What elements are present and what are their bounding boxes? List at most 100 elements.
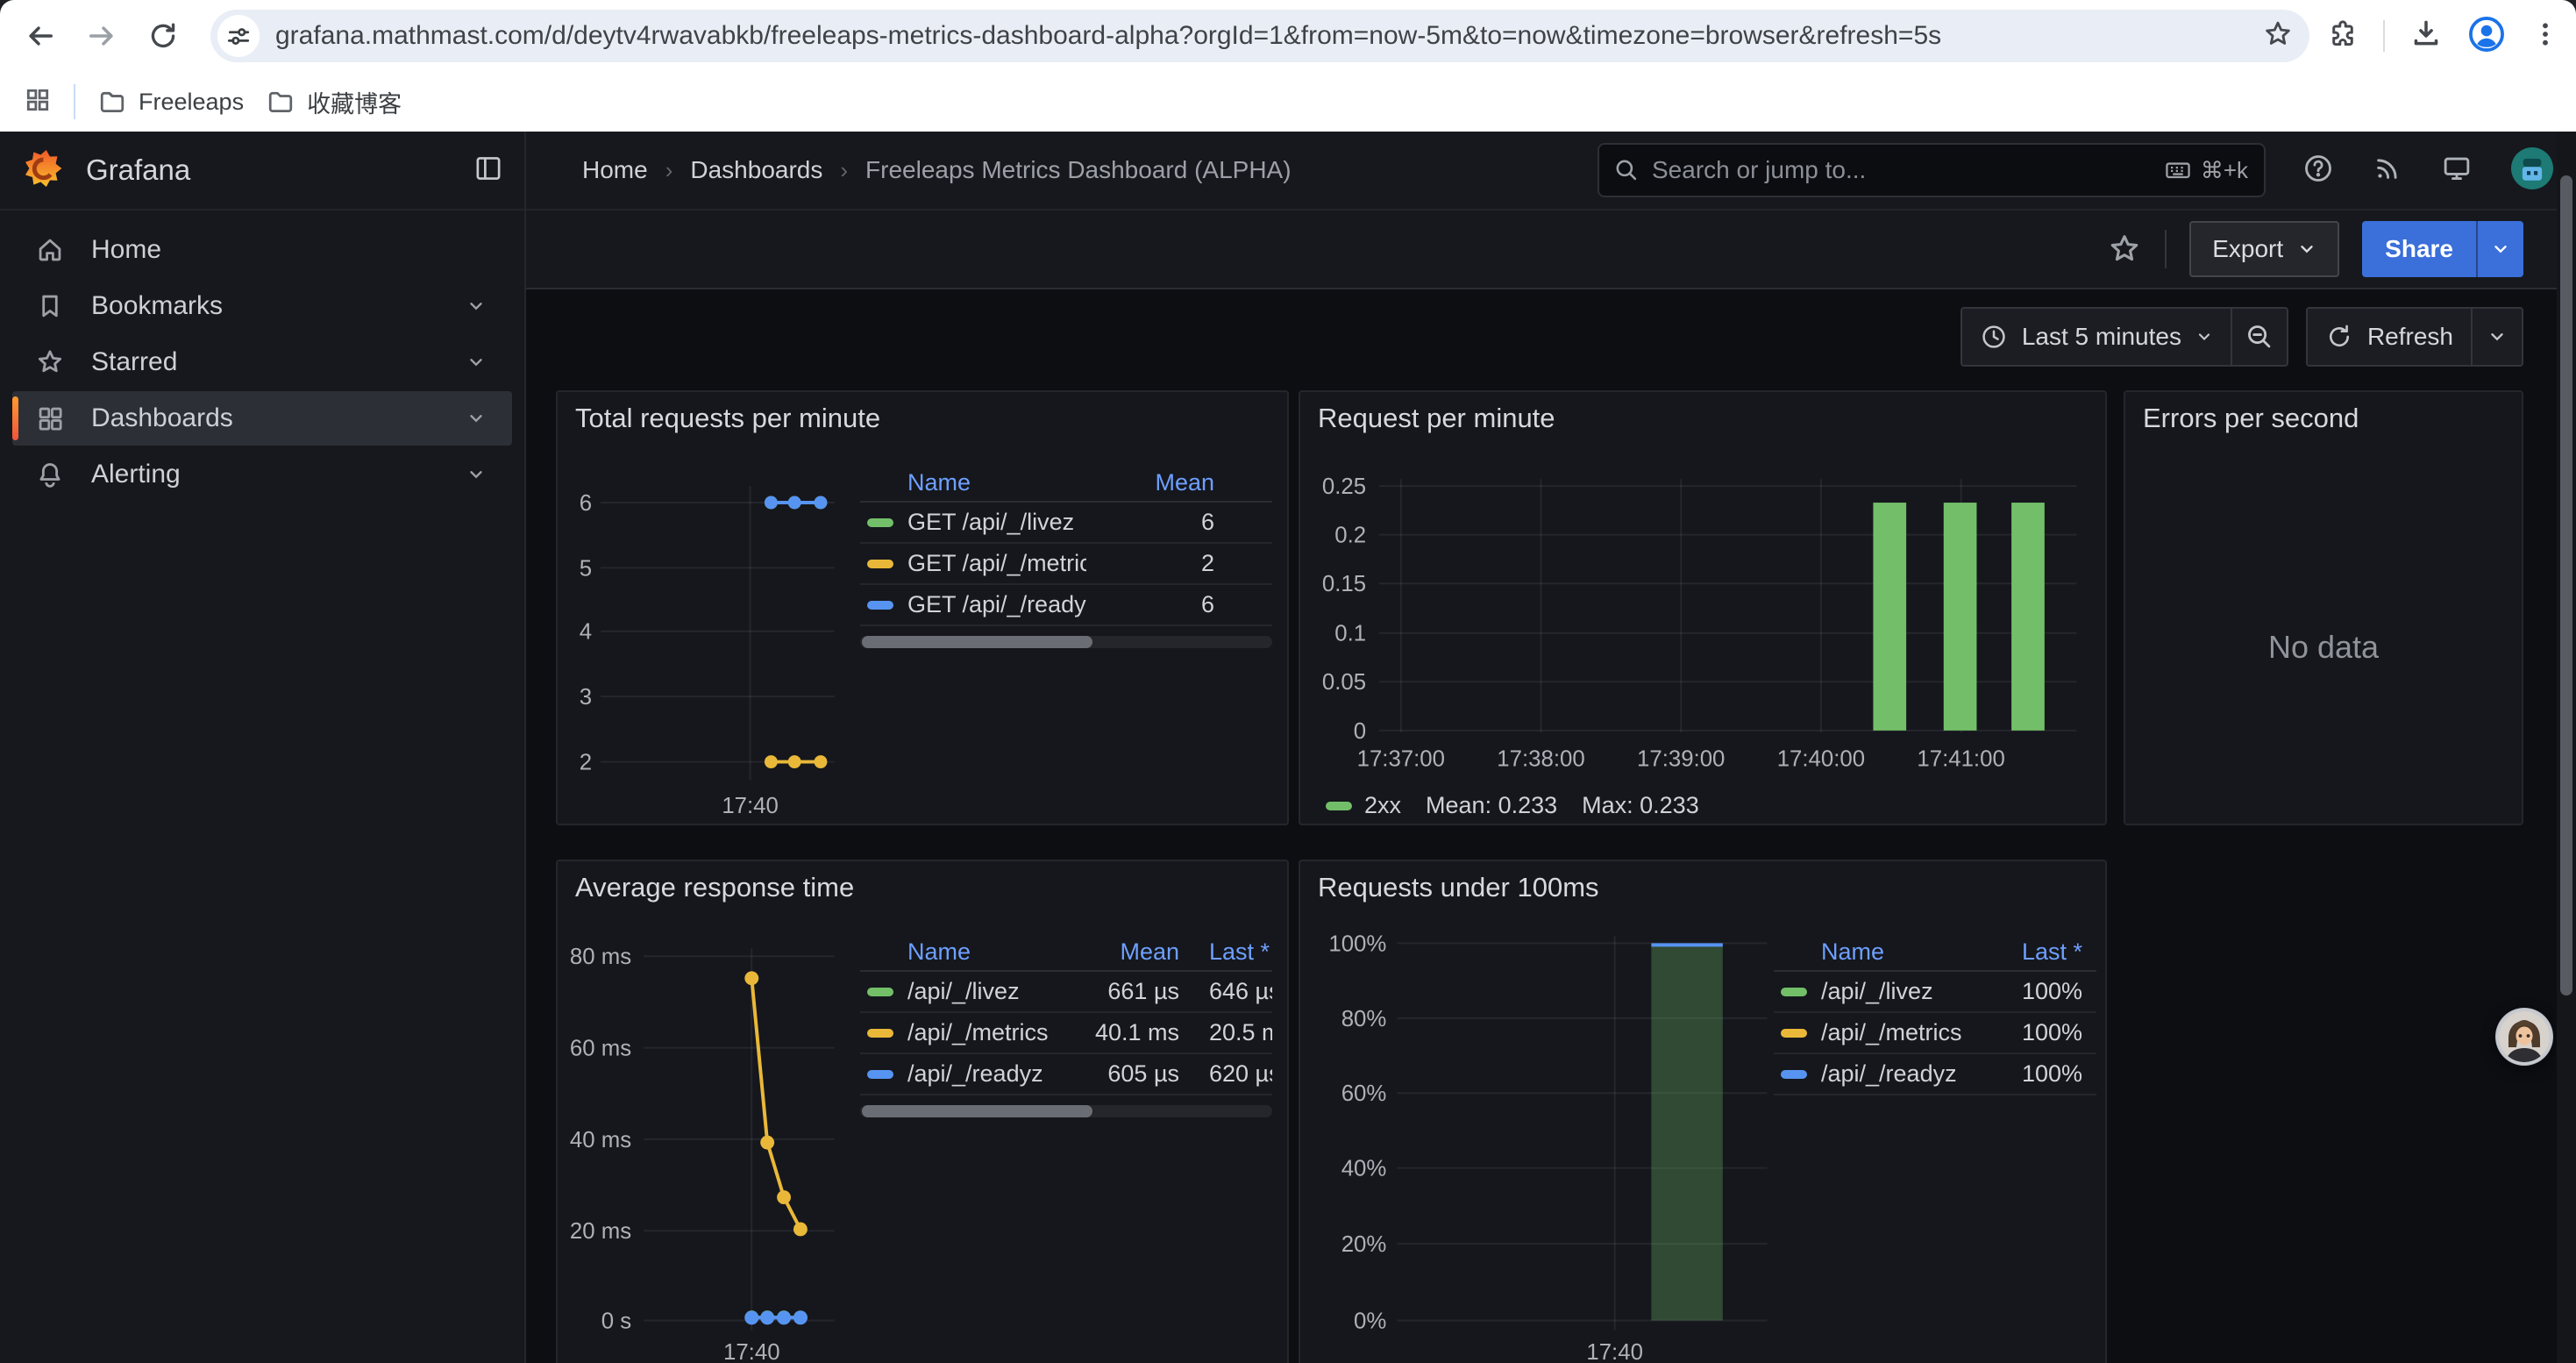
extensions-icon[interactable]	[2327, 18, 2359, 54]
refresh-interval-dropdown[interactable]	[2473, 309, 2522, 365]
browser-window: grafana.mathmast.com/d/deytv4rwavabkb/fr…	[0, 0, 2576, 1363]
svg-text:80 ms: 80 ms	[570, 945, 631, 969]
keyboard-icon	[2164, 156, 2192, 184]
refresh-button[interactable]: Refresh	[2308, 323, 2471, 351]
panel-title[interactable]: Total requests per minute	[575, 403, 880, 434]
search-shortcut: ⌘+k	[2164, 156, 2248, 184]
svg-text:0.05: 0.05	[1322, 670, 1366, 695]
panel-title[interactable]: Requests under 100ms	[1318, 872, 1599, 903]
page-scrollbar-thumb[interactable]	[2560, 175, 2572, 995]
time-controls: Last 5 minutes Refresh	[1960, 307, 2523, 367]
legend-row[interactable]: /api/_/metrics 40.1 ms 20.5 ms	[860, 1013, 1272, 1054]
legend-row[interactable]: GET /api/_/livez 6	[860, 503, 1272, 544]
toolbar-divider	[2383, 20, 2385, 52]
legend-col-name[interactable]: Name	[1821, 938, 1977, 966]
legend-scrollbar-thumb[interactable]	[862, 1105, 1092, 1117]
legend-row[interactable]: GET /api/_/readyz 6	[860, 585, 1272, 626]
breadcrumb-dashboards[interactable]: Dashboards	[690, 156, 822, 184]
panel-title[interactable]: Average response time	[575, 872, 854, 903]
apps-grid-icon[interactable]	[25, 87, 51, 118]
legend-max: Max: 0.233	[1582, 792, 1699, 819]
forward-icon[interactable]	[82, 17, 121, 55]
url-bar[interactable]: grafana.mathmast.com/d/deytv4rwavabkb/fr…	[210, 10, 2309, 62]
dashboard-canvas: Last 5 minutes Refresh	[526, 289, 2576, 1363]
download-icon[interactable]	[2409, 18, 2443, 55]
dashboards-grid-icon	[35, 403, 65, 433]
breadcrumb-home[interactable]: Home	[582, 156, 648, 184]
bookmark-label[interactable]: 收藏博客	[307, 85, 402, 119]
sidebar-item-dashboards[interactable]: Dashboards	[12, 391, 512, 446]
zoom-out-time-icon[interactable]	[2232, 309, 2287, 365]
legend-row[interactable]: /api/_/readyz 605 µs 620 µs	[860, 1054, 1272, 1095]
legend-row[interactable]: /api/_/readyz 100%	[1774, 1054, 2096, 1095]
time-range-picker[interactable]: Last 5 minutes	[1962, 323, 2231, 351]
time-picker-group: Last 5 minutes	[1960, 307, 2288, 367]
export-button[interactable]: Export	[2189, 221, 2339, 277]
browser-toolbar: grafana.mathmast.com/d/deytv4rwavabkb/fr…	[0, 0, 2576, 72]
sidebar-item-home[interactable]: Home	[12, 223, 512, 277]
series-color-pill	[1781, 988, 1807, 996]
svg-text:3: 3	[580, 685, 592, 710]
legend-row[interactable]: /api/_/livez 100%	[1774, 972, 2096, 1013]
menu-kebab-icon[interactable]	[2530, 19, 2560, 54]
share-button[interactable]: Share	[2362, 221, 2476, 277]
grafana-app: Grafana Home Bookmarks Starred	[0, 132, 2576, 1363]
svg-text:40 ms: 40 ms	[570, 1128, 631, 1152]
legend-col-name[interactable]: Name	[907, 469, 1086, 496]
legend-mean: Mean: 0.233	[1426, 792, 1557, 819]
bookmark-folder-blogs[interactable]: 收藏博客	[267, 85, 402, 119]
share-menu-button[interactable]	[2476, 221, 2523, 277]
news-rss-icon[interactable]	[2373, 153, 2402, 188]
chevron-down-icon[interactable]	[466, 465, 486, 484]
sidebar-item-bookmarks[interactable]: Bookmarks	[12, 279, 512, 333]
bookmark-label[interactable]: Freeleaps	[139, 89, 244, 116]
bar-chart[interactable]: 0.250.20.150.10.05017:37:0017:38:0017:39…	[1300, 392, 2105, 824]
dock-menu-icon[interactable]	[473, 153, 503, 188]
svg-text:6: 6	[580, 491, 592, 516]
bookmark-star-icon[interactable]	[2262, 18, 2294, 54]
series-color-pill	[1326, 802, 1352, 810]
chevron-down-icon[interactable]	[466, 296, 486, 316]
brand: Grafana	[0, 132, 524, 211]
svg-text:0 s: 0 s	[601, 1309, 631, 1333]
site-settings-icon[interactable]	[217, 15, 260, 57]
user-avatar[interactable]	[2511, 147, 2553, 194]
svg-text:0.15: 0.15	[1322, 572, 1366, 596]
reload-icon[interactable]	[144, 17, 182, 55]
svg-text:40%: 40%	[1341, 1157, 1387, 1181]
assistant-avatar[interactable]	[2494, 1007, 2554, 1067]
bookmark-icon	[35, 291, 65, 321]
search-icon	[1613, 157, 1640, 183]
favorite-star-icon[interactable]	[2107, 232, 2142, 267]
search-bar[interactable]: ⌘+k	[1598, 143, 2266, 197]
series-color-pill	[867, 560, 893, 568]
grafana-logo-icon[interactable]	[23, 148, 63, 193]
legend-scrollbar	[860, 1105, 1272, 1117]
chevron-down-icon[interactable]	[466, 409, 486, 428]
legend-col-last[interactable]: Last *	[1977, 938, 2082, 966]
legend-inline[interactable]: 2xx Mean: 0.233 Max: 0.233	[1326, 792, 1699, 819]
back-icon[interactable]	[21, 17, 60, 55]
help-icon[interactable]	[2302, 153, 2334, 189]
legend-col-last[interactable]: Last *	[1209, 938, 1272, 966]
panel-title[interactable]: Errors per second	[2143, 403, 2359, 434]
profile-icon[interactable]	[2467, 15, 2506, 58]
legend-scrollbar-thumb[interactable]	[862, 636, 1092, 648]
panel-title[interactable]: Request per minute	[1318, 403, 1555, 434]
legend-row[interactable]: GET /api/_/metrics 2	[860, 544, 1272, 585]
monitor-icon[interactable]	[2441, 153, 2473, 189]
legend-row[interactable]: /api/_/livez 661 µs 646 µs	[860, 972, 1272, 1013]
chevron-down-icon[interactable]	[466, 353, 486, 372]
legend-col-name[interactable]: Name	[907, 938, 1051, 966]
svg-text:17:39:00: 17:39:00	[1637, 747, 1725, 772]
sidebar-item-alerting[interactable]: Alerting	[12, 447, 512, 502]
chevron-down-icon	[2297, 239, 2316, 259]
search-input[interactable]	[1652, 156, 2152, 184]
url-text[interactable]: grafana.mathmast.com/d/deytv4rwavabkb/fr…	[275, 21, 2262, 51]
folder-icon	[267, 88, 295, 116]
legend-col-mean[interactable]: Mean	[1051, 938, 1179, 966]
legend-row[interactable]: /api/_/metrics 100%	[1774, 1013, 2096, 1054]
bookmark-folder-freeleaps[interactable]: Freeleaps	[98, 88, 244, 116]
sidebar-item-starred[interactable]: Starred	[12, 335, 512, 389]
legend-col-mean[interactable]: Mean	[1086, 469, 1214, 496]
